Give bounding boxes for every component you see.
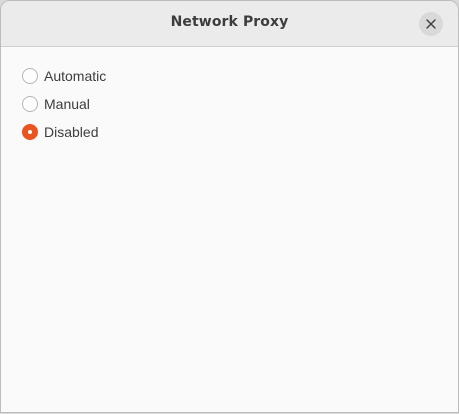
close-icon [426, 19, 436, 29]
radio-option-automatic[interactable]: Automatic [22, 66, 106, 86]
network-proxy-dialog: Network Proxy Automatic Manual Disabled [0, 0, 459, 413]
radio-label-automatic: Automatic [44, 68, 107, 84]
radio-label-manual: Manual [44, 96, 90, 112]
radio-button-manual[interactable] [22, 96, 38, 112]
close-button[interactable] [419, 12, 443, 36]
dialog-title: Network Proxy [170, 14, 289, 30]
radio-option-disabled[interactable]: Disabled [22, 122, 98, 142]
radio-button-automatic[interactable] [22, 68, 38, 84]
titlebar: Network Proxy [1, 1, 458, 47]
radio-label-disabled: Disabled [44, 124, 99, 140]
radio-option-manual[interactable]: Manual [22, 94, 90, 114]
dialog-content: Automatic Manual Disabled [1, 47, 458, 412]
radio-button-disabled[interactable] [22, 124, 38, 140]
